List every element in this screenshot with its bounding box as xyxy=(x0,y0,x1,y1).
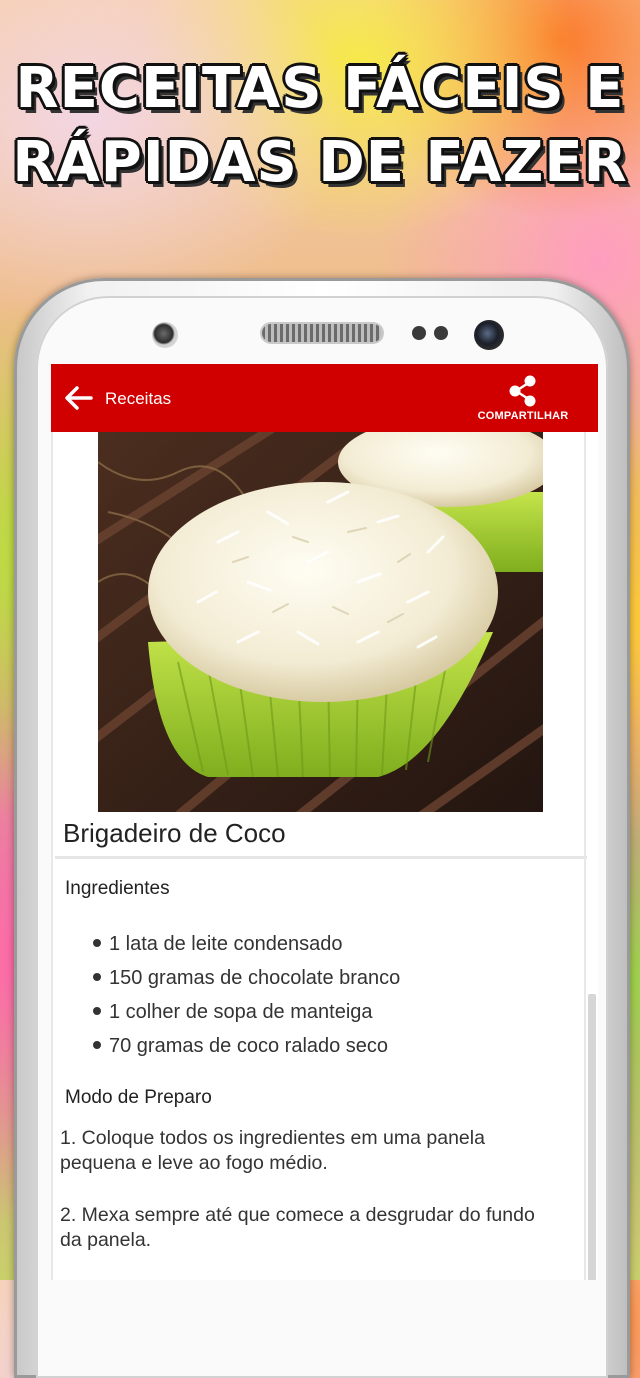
bullet-icon xyxy=(93,1041,101,1049)
content-border xyxy=(51,432,53,1280)
proximity-sensor xyxy=(152,322,178,348)
ingredients-heading: Ingredientes xyxy=(65,878,170,899)
promo-headline-line1: Receitas fáceis e xyxy=(15,56,625,121)
ingredients-list: 1 lata de leite condensado 150 gramas de… xyxy=(93,934,400,1070)
ingredient-item: 1 colher de sopa de manteiga xyxy=(93,1002,400,1036)
method-heading: Modo de Preparo xyxy=(65,1087,212,1108)
promo-headline: Receitas fáceis e rápidas de fazer xyxy=(0,52,640,200)
share-label: COMPARTILHAR xyxy=(477,410,569,422)
promo-headline-line2: rápidas de fazer xyxy=(12,130,628,195)
share-button[interactable]: COMPARTILHAR xyxy=(468,372,578,428)
ingredient-item: 70 gramas de coco ralado seco xyxy=(93,1036,400,1070)
light-sensor xyxy=(412,326,426,340)
light-sensor xyxy=(434,326,448,340)
ingredient-item: 150 gramas de chocolate branco xyxy=(93,968,400,1002)
title-divider xyxy=(55,856,587,859)
app-bar: Receitas COMPARTILHAR xyxy=(51,364,598,432)
ingredient-item: 1 lata de leite condensado xyxy=(93,934,400,968)
earpiece-speaker xyxy=(262,324,382,342)
front-camera xyxy=(474,320,504,350)
recipe-title: Brigadeiro de Coco xyxy=(63,818,286,848)
app-bar-title: Receitas xyxy=(105,389,172,408)
content-border xyxy=(584,432,586,1280)
bullet-icon xyxy=(93,973,101,981)
app-screen: Receitas COMPARTILHAR Brigadeiro de Coco… xyxy=(51,364,598,1280)
share-icon xyxy=(509,375,536,407)
method-step: 1. Coloque todos os ingredientes em uma … xyxy=(60,1127,485,1174)
scrollbar[interactable] xyxy=(588,994,596,1280)
method-step: 2. Mexa sempre até que comece a desgruda… xyxy=(60,1204,535,1251)
arrow-left-icon[interactable] xyxy=(65,386,93,410)
bullet-icon xyxy=(93,939,101,947)
recipe-photo xyxy=(98,432,543,812)
bullet-icon xyxy=(93,1007,101,1015)
